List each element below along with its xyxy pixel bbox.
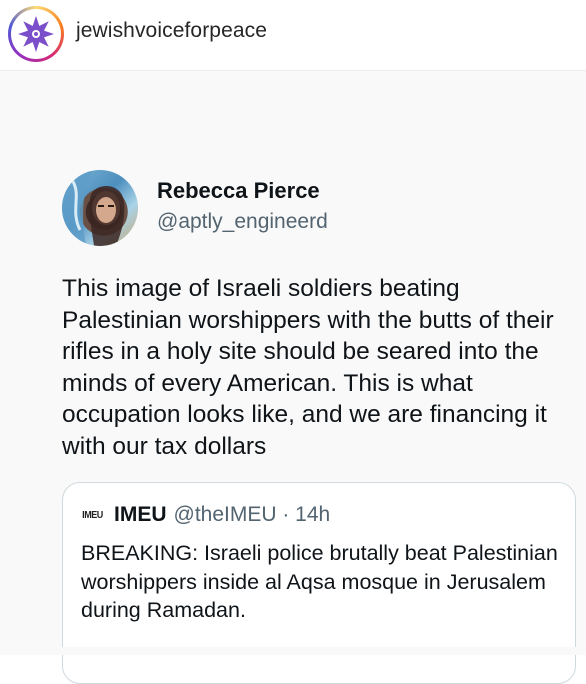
flower-logo-icon [11,9,61,59]
tweet-author-handle: @aptly_engineerd [157,210,328,233]
quoted-tweet-header: IMEU IMEU @theIMEU · 14h [81,503,330,527]
tweet-text: This image of Israeli soldiers beating P… [62,275,554,460]
quoted-author-meta: @theIMEU · 14h [173,503,331,526]
tweet-author-avatar [62,170,138,246]
account-username[interactable]: jewishvoiceforpeace [76,19,267,43]
tweet-author-name: Rebecca Pierce [157,178,320,203]
imeu-logo-icon: IMEU [82,509,103,521]
bottom-divider [0,647,586,655]
account-avatar[interactable] [8,6,64,62]
post-header: jewishvoiceforpeace [0,0,586,71]
quoted-author-name: IMEU [114,503,167,526]
quoted-tweet-text: BREAKING: Israeli police brutally beat P… [81,541,558,622]
